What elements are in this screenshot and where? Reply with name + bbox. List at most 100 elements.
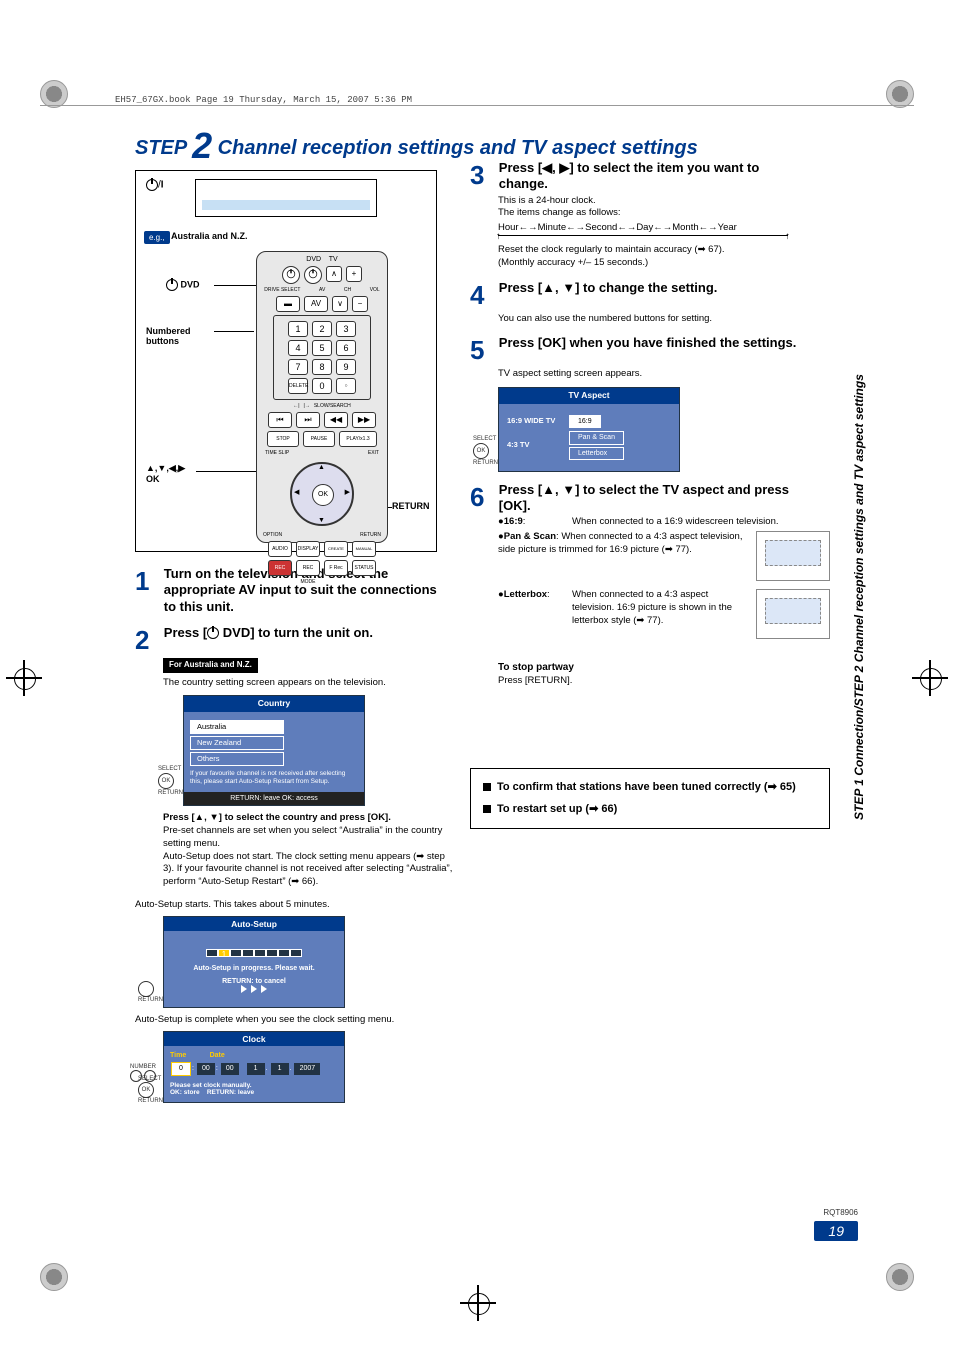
clock-screen: Clock Time Date 0: 00: 00 1. 1. 2007 Ple… [163, 1031, 345, 1103]
page-footer: RQT8906 19 [814, 1208, 858, 1241]
power-i-icon: /I [146, 179, 164, 191]
print-cross-left [6, 660, 42, 696]
bullet-icon [483, 783, 491, 791]
tvaspect-opt1: 16:9 [569, 415, 601, 428]
step-4-num: 4 [470, 280, 498, 311]
remote-skip-l: ←| [293, 403, 299, 409]
clock-m: 00 [197, 1063, 215, 1075]
remote-tv-label: TV [329, 256, 338, 263]
clock-select-icon: SELECT OK RETURN [138, 1076, 163, 1104]
country-opt-nz: New Zealand [190, 736, 284, 750]
note-1: To confirm that stations have been tuned… [497, 781, 796, 793]
country-hint: If your favourite channel is not receive… [190, 770, 358, 786]
header-rule [40, 105, 914, 106]
remote-av-btn: AV [304, 296, 328, 312]
step-6-head: Press [▲, ▼] to select the TV aspect and… [499, 482, 809, 515]
remote-drive: ▬ [276, 296, 300, 312]
step-2: 2 Press [ DVD] to turn the unit on. For … [135, 625, 455, 1103]
pill-region: For Australia and N.Z. [163, 658, 258, 673]
key-1: 1 [288, 321, 308, 337]
lead-arrows [196, 471, 256, 472]
step-6-num: 6 [470, 482, 498, 513]
autosetup-screen: Auto-Setup 1 Auto-Setup in progress. Ple… [163, 916, 345, 1008]
panscan-thumb [756, 531, 830, 581]
remote-manskip: MANUAL SKIP [352, 541, 376, 557]
remote-av: AV [319, 287, 325, 293]
remote-pause: PAUSE [303, 431, 335, 447]
autosetup-msg2: RETURN: to cancel [170, 978, 338, 985]
remote-ch: CH [344, 287, 351, 293]
remote-play: PLAY/x1.3 [339, 431, 377, 447]
remote-audio: AUDIO [268, 541, 292, 557]
clock-note: Please set clock manually. OK: store RET… [170, 1082, 338, 1096]
country-opt-australia: Australia [190, 720, 284, 734]
step-3-head: Press [◀, ▶] to select the item you want… [499, 160, 809, 193]
stop-partway-head: To stop partway [498, 661, 830, 675]
step-6: 6 Press [▲, ▼] to select the TV aspect a… [470, 482, 830, 688]
clock-date-lbl: Date [210, 1052, 225, 1059]
step-2-head-b: DVD] to turn the unit on. [219, 625, 373, 640]
step-5-num: 5 [470, 335, 498, 366]
remote-stop: STOP [267, 431, 299, 447]
doc-code: RQT8906 [814, 1208, 858, 1217]
remote-rec: REC [268, 560, 292, 576]
aspect-169-key: 16:9 [504, 516, 523, 527]
remote-vol: VOL [370, 287, 380, 293]
remote-slow: SLOW/SEARCH [314, 403, 351, 409]
power-icon [166, 279, 178, 291]
tvaspect-title: TV Aspect [499, 388, 679, 403]
remote-exit: EXIT [368, 450, 379, 456]
step-4-head: Press [▲, ▼] to change the setting. [499, 280, 718, 295]
label-dvd-text: DVD [181, 279, 200, 289]
remote-body: DVD TV ∧ + DRIVE SELECT AV CH VOL ▬ AV ∨… [256, 251, 388, 543]
power-icon-inline [207, 627, 219, 639]
remote-power-tv [304, 266, 322, 284]
autosetup-title: Auto-Setup [164, 917, 344, 931]
remote-vol-up: + [346, 266, 362, 282]
left-column: /I e.g., Australia and N.Z. DVD Numbered… [135, 170, 455, 1113]
remote-ftrec: F Rec [324, 560, 348, 576]
title-step-word: STEP [135, 137, 187, 159]
remote-skip-r: |→ [304, 403, 310, 409]
step-3-chain: Hour←→Minute←→Second←→Day←→Month←→Year [498, 222, 830, 235]
step-2-head: Press [ DVD] to turn the unit on. [164, 625, 373, 640]
autosetup-starts: Auto-Setup starts. This takes about 5 mi… [135, 899, 455, 910]
stop-partway-body: Press [RETURN]. [498, 675, 830, 688]
country-foot: RETURN: leave OK: access [184, 792, 364, 805]
letterbox-thumb [756, 589, 830, 639]
print-cross-right [912, 660, 948, 696]
autosetup-triangles [170, 985, 338, 995]
clock-d: 1 [247, 1063, 265, 1075]
country-menu: Country Australia New Zealand Others If … [183, 695, 365, 806]
step-5-head: Press [OK] when you have finished the se… [499, 335, 809, 351]
remote-chapter: CREATE CHAPTER [324, 541, 348, 557]
aspect-letter-val: When connected to a 4:3 aspect televisio… [572, 589, 750, 627]
tvaspect-menu: TV Aspect 16:9 WIDE TV 16:9 4:3 TV Pan &… [498, 387, 680, 472]
print-mark-br [886, 1263, 914, 1291]
country-miniselect: SELECT OK RETURN [158, 765, 183, 797]
step-4-l1: You can also use the numbered buttons fo… [498, 313, 830, 326]
key-8: 8 [312, 359, 332, 375]
remote-drive-select: DRIVE SELECT [264, 287, 300, 293]
label-numbered: Numbered buttons [146, 326, 216, 346]
step-3-l2: The items change as follows: [498, 207, 830, 220]
step-3-l4: (Monthly accuracy +/– 15 seconds.) [498, 257, 830, 270]
aspect-169-val: When connected to a 16:9 widescreen tele… [572, 516, 830, 529]
tv-diagram: /I [146, 179, 426, 227]
side-vertical-label: STEP 1 Connection/STEP 2 Channel recepti… [852, 260, 866, 820]
print-mark-bl [40, 1263, 68, 1291]
key-2: 2 [312, 321, 332, 337]
clock-time-lbl: Time [170, 1052, 186, 1059]
preset-note: Pre-set channels are set when you select… [163, 825, 455, 851]
press-select-country: Press [▲, ▼] to select the country and p… [163, 812, 455, 825]
key-6: 6 [336, 340, 356, 356]
step-5: 5 Press [OK] when you have finished the … [470, 335, 830, 472]
right-column: 3 Press [◀, ▶] to select the item you wa… [470, 160, 830, 829]
key-5: 5 [312, 340, 332, 356]
remote-prev: ⏮ [268, 412, 292, 428]
country-title: Country [184, 696, 364, 711]
step-2-head-a: Press [ [164, 625, 207, 640]
remote-diagram: /I e.g., Australia and N.Z. DVD Numbered… [135, 170, 437, 552]
aspect-letter-key: Letterbox [504, 589, 547, 600]
remote-dvd-label: DVD [306, 256, 321, 263]
